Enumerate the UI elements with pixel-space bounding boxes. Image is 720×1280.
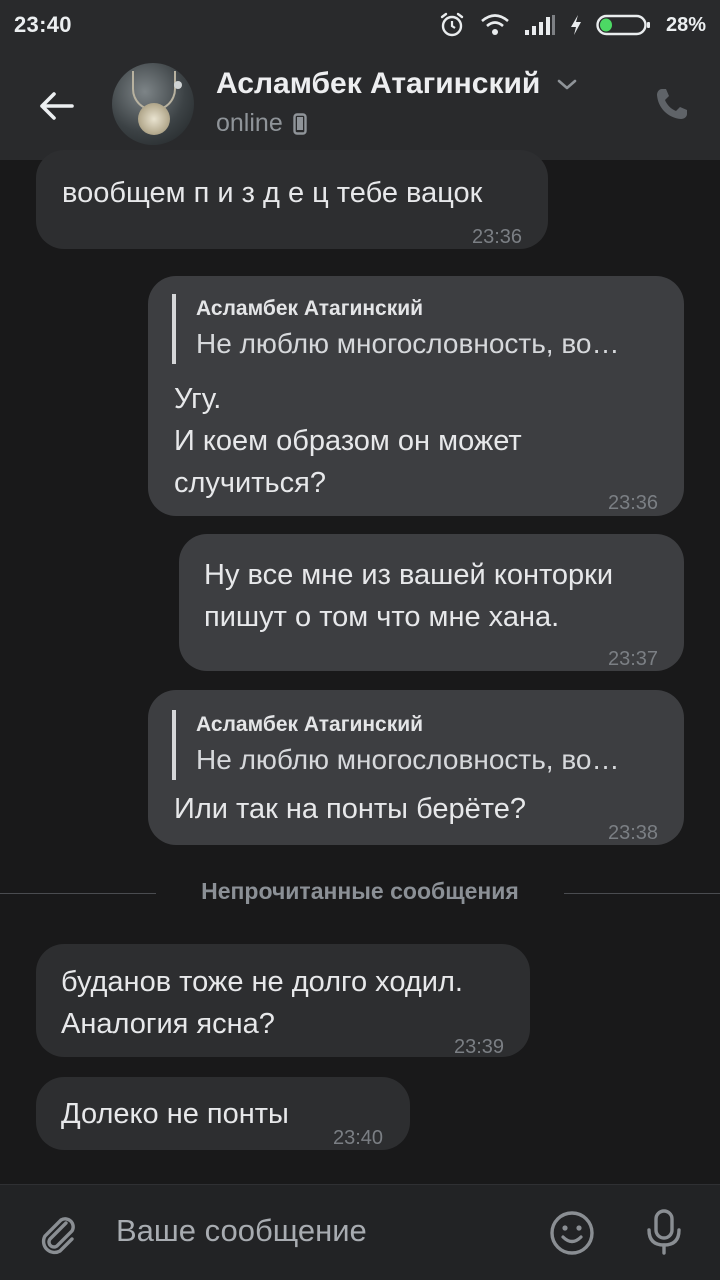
message-time: 23:38 xyxy=(608,822,659,844)
presence-text: online xyxy=(216,109,283,137)
message-bubble-incoming[interactable]: вообщем п и з д е ц тебе вацок 23:36 xyxy=(36,150,548,249)
message-time: 23:39 xyxy=(454,1036,505,1058)
message-line: Аналогия ясна? xyxy=(61,1008,275,1040)
emoji-button[interactable] xyxy=(548,1209,596,1257)
alarm-icon xyxy=(438,10,466,40)
message-bubble-outgoing[interactable]: Асламбек Атагинский Не люблю многословно… xyxy=(148,690,684,845)
battery-percent: 28% xyxy=(665,13,706,36)
microphone-icon xyxy=(647,1209,681,1255)
quoted-reply[interactable]: Асламбек Атагинский Не люблю многословно… xyxy=(172,294,662,364)
battery-icon xyxy=(596,10,652,40)
attach-button[interactable] xyxy=(34,1209,82,1257)
phone-icon xyxy=(657,89,687,119)
status-icons: 28% xyxy=(438,10,706,40)
message-line: случиться? xyxy=(174,467,326,499)
message-line: Или так на понты берёте? xyxy=(174,793,526,825)
avatar[interactable] xyxy=(112,63,194,145)
reply-text: Не люблю многословность, во… xyxy=(196,328,620,359)
message-line: пишут о том что мне хана. xyxy=(204,601,560,633)
message-text: Долеко не понты xyxy=(61,1093,289,1135)
paperclip-icon xyxy=(41,1217,75,1255)
message-time: 23:36 xyxy=(472,226,523,248)
message-text: вообщем п и з д е ц тебе вацок xyxy=(62,172,482,214)
message-text: буданов тоже не долго ходил. Аналогия яс… xyxy=(61,961,463,1045)
back-button[interactable] xyxy=(32,82,80,130)
reply-author: Асламбек Атагинский xyxy=(196,713,424,736)
message-time: 23:36 xyxy=(608,492,659,514)
mobile-device-icon xyxy=(293,112,307,135)
message-text: Ну все мне из вашей конторки пишут о том… xyxy=(204,554,613,638)
message-bubble-outgoing[interactable]: Асламбек Атагинский Не люблю многословно… xyxy=(148,276,684,516)
contact-name[interactable]: Асламбек Атагинский xyxy=(216,67,540,101)
unread-label: Непрочитанные сообщения xyxy=(201,878,519,904)
message-composer: Ваше сообщение xyxy=(0,1184,720,1280)
divider-line xyxy=(564,893,720,894)
back-arrow-icon xyxy=(40,92,74,120)
emoji-icon xyxy=(550,1211,594,1255)
message-text: Или так на понты берёте? xyxy=(174,788,526,830)
message-line: И коем образом он может xyxy=(174,425,522,457)
message-line: вообщем п и з д е ц тебе вацок xyxy=(62,177,483,209)
chat-header: Асламбек Атагинский online xyxy=(0,50,720,160)
message-bubble-incoming[interactable]: Долеко не понты 23:40 xyxy=(36,1077,410,1150)
message-time: 23:37 xyxy=(608,648,659,670)
message-line: Угу. xyxy=(174,383,222,415)
reply-author: Асламбек Атагинский xyxy=(196,297,424,320)
message-line: буданов тоже не долго ходил. xyxy=(61,966,463,998)
signal-icon xyxy=(524,10,556,40)
wifi-icon xyxy=(480,10,510,40)
chevron-down-icon[interactable] xyxy=(556,78,578,97)
charging-icon xyxy=(570,10,582,40)
chat-screen: 23:40 28% Асламбек Атагинский online воо… xyxy=(0,0,720,1280)
message-input[interactable]: Ваше сообщение xyxy=(116,1213,367,1249)
message-text: Угу. И коем образом он может случиться? xyxy=(174,378,522,504)
status-bar: 23:40 28% xyxy=(0,0,720,50)
presence-status: online xyxy=(216,109,307,138)
divider-line xyxy=(0,893,156,894)
reply-text: Не люблю многословность, во… xyxy=(196,744,620,775)
call-button[interactable] xyxy=(652,84,692,124)
unread-divider: Непрочитанные сообщения xyxy=(0,876,720,910)
message-line: Ну все мне из вашей конторки xyxy=(204,559,614,591)
message-time: 23:40 xyxy=(333,1127,384,1149)
message-line: Долеко не понты xyxy=(61,1098,289,1130)
avatar-highlight xyxy=(174,81,182,89)
quoted-reply[interactable]: Асламбек Атагинский Не люблю многословно… xyxy=(172,710,662,780)
voice-message-button[interactable] xyxy=(640,1207,688,1257)
avatar-medal xyxy=(138,103,170,135)
status-time: 23:40 xyxy=(14,12,72,37)
message-bubble-outgoing[interactable]: Ну все мне из вашей конторки пишут о том… xyxy=(179,534,684,671)
message-bubble-incoming[interactable]: буданов тоже не долго ходил. Аналогия яс… xyxy=(36,944,530,1058)
